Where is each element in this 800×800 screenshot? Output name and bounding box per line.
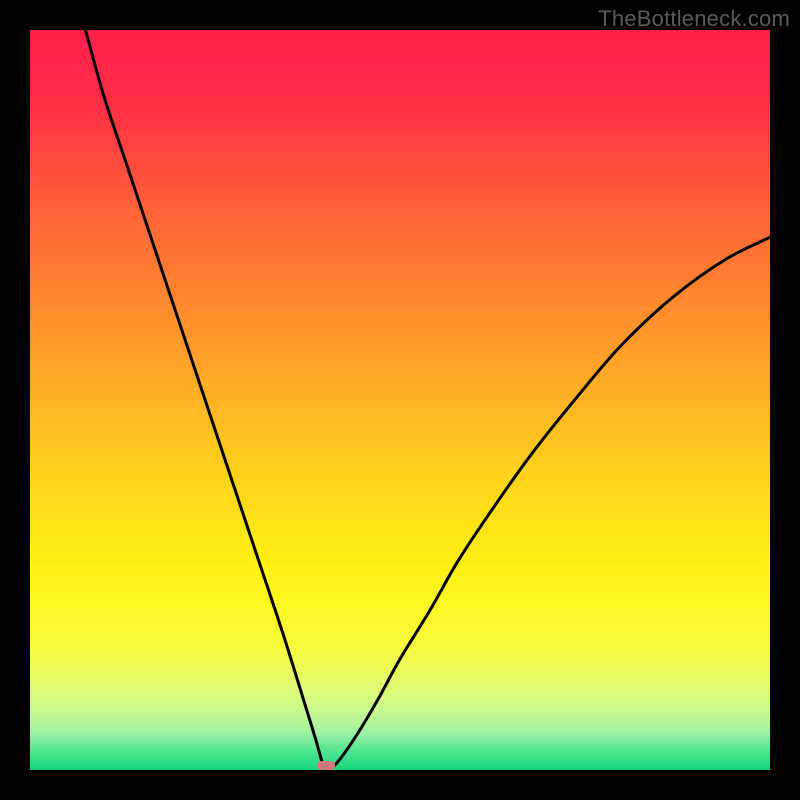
minimum-marker	[317, 761, 335, 770]
chart-svg	[30, 30, 770, 770]
attribution-watermark: TheBottleneck.com	[598, 6, 790, 32]
outer-frame: TheBottleneck.com	[0, 0, 800, 800]
plot-area	[30, 30, 770, 770]
